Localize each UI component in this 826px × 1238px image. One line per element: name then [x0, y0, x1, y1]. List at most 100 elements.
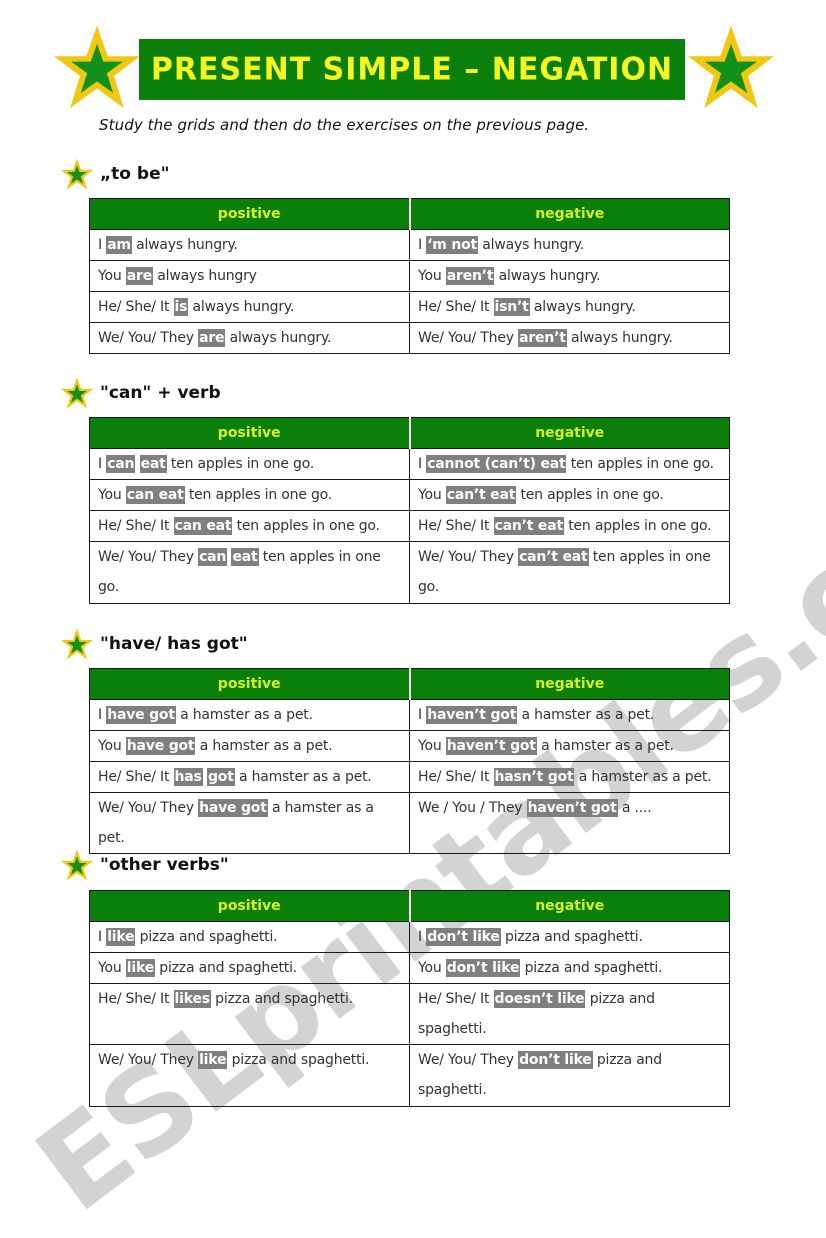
sentence-subject: You — [418, 738, 446, 754]
table-row: He/ She/ It likes pizza and spaghetti. He… — [89, 983, 730, 1045]
sentence-subject: I — [98, 929, 107, 945]
positive-cell: He/ She/ It likes pizza and spaghetti. — [89, 983, 410, 1045]
page-title: PRESENT SIMPLE – NEGATION — [150, 51, 674, 88]
highlighted-verb: can’t eat — [518, 548, 589, 566]
section-heading: „to be" — [60, 157, 169, 191]
highlighted-verb: don’t like — [445, 959, 521, 977]
highlighted-verb: have got — [125, 737, 196, 755]
section-title: "other verbs" — [100, 855, 229, 875]
sentence-subject: He/ She/ It — [418, 299, 494, 315]
highlighted-verb: likes — [173, 990, 211, 1008]
column-header-positive: positive — [89, 890, 410, 922]
highlighted-verb: can eat — [173, 517, 233, 535]
sentence-subject: We/ You/ They — [98, 1052, 199, 1068]
sentence-rest: pizza and spaghetti. — [155, 960, 298, 976]
star-bullet-icon — [60, 158, 94, 190]
table-row: I can eat ten apples in one go. I cannot … — [89, 448, 730, 480]
positive-cell: We/ You/ They can eat ten apples in one … — [89, 541, 410, 604]
negative-cell: You can’t eat ten apples in one go. — [409, 479, 730, 511]
sentence-subject: He/ She/ It — [418, 769, 494, 785]
highlighted-verb: hasn’t got — [493, 768, 575, 786]
table-row: I am always hungry. I ‘m not always hungr… — [89, 229, 730, 261]
highlighted-verb: aren’t — [518, 329, 567, 347]
highlighted-verb: is — [173, 298, 189, 316]
highlighted-verb: don’t like — [518, 1051, 593, 1069]
positive-cell: You like pizza and spaghetti. — [89, 952, 410, 984]
sentence-rest: ten apples in one go. — [184, 487, 333, 503]
sentence-subject: We/ You/ They — [418, 549, 519, 565]
sentence-subject: He/ She/ It — [98, 299, 174, 315]
sentence-subject: He/ She/ It — [98, 518, 174, 534]
highlighted-verb: are — [198, 329, 226, 347]
sentence-rest: ten apples in one go. — [516, 487, 664, 503]
sentence-rest: a hamster as a pet. — [574, 769, 712, 785]
positive-cell: You can eat ten apples in one go. — [89, 479, 410, 511]
sentence-subject: We/ You/ They — [418, 330, 519, 346]
negative-cell: He/ She/ It isn’t always hungry. — [409, 291, 730, 323]
table-row: We/ You/ They are always hungry. We/ You/… — [89, 322, 730, 354]
highlighted-verb: can eat — [125, 486, 185, 504]
table-row: We/ You/ They have got a hamster as a pe… — [89, 792, 730, 854]
table-header-row: positive negative — [89, 668, 730, 700]
sentence-rest: a hamster as a pet. — [175, 707, 313, 723]
table-row: You like pizza and spaghetti. You don’t l… — [89, 952, 730, 984]
sentence-subject: You — [98, 738, 126, 754]
highlighted-verb: can’t eat — [493, 517, 564, 535]
section-heading: "can" + verb — [60, 376, 221, 410]
highlighted-verb: like — [125, 959, 156, 977]
sentence-subject: We/ You/ They — [98, 549, 199, 565]
sentence-subject: I — [418, 456, 427, 472]
grammar-table: positive negative I am always hungry. I ‘m … — [89, 198, 730, 354]
sentence-rest: pizza and spaghetti. — [500, 929, 643, 945]
table-row: You are always hungry You aren’t always h… — [89, 260, 730, 292]
sentence-subject: He/ She/ It — [98, 991, 174, 1007]
sentence-rest: always hungry. — [494, 268, 601, 284]
sentence-subject: I — [98, 707, 107, 723]
sentence-rest: always hungry. — [529, 299, 636, 315]
section-heading: "other verbs" — [60, 848, 229, 882]
highlighted-verb: aren’t — [445, 267, 495, 285]
section-heading: "have/ has got" — [60, 627, 248, 661]
sentence-subject: You — [98, 268, 126, 284]
highlighted-verb: like — [198, 1051, 228, 1069]
negative-cell: I ‘m not always hungry. — [409, 229, 730, 261]
highlighted-verb: haven’t got — [445, 737, 537, 755]
highlighted-verb: haven’t got — [426, 706, 518, 724]
sentence-rest: always hungry. — [566, 330, 673, 346]
positive-cell: He/ She/ It is always hungry. — [89, 291, 410, 323]
title-banner: PRESENT SIMPLE – NEGATION — [139, 39, 685, 100]
sentence-subject: He/ She/ It — [98, 769, 174, 785]
highlighted-verb: haven’t got — [526, 799, 618, 817]
sentence-subject: I — [418, 707, 427, 723]
negative-cell: We / You / They haven’t got a .... — [409, 792, 730, 854]
table-row: I have got a hamster as a pet. I haven’t … — [89, 699, 730, 731]
sentence-rest: pizza and spaghetti. — [210, 991, 353, 1007]
column-header-positive: positive — [89, 417, 410, 449]
highlighted-verb: don’t like — [426, 928, 501, 946]
column-header-positive: positive — [89, 668, 410, 700]
table-row: He/ She/ It has got a hamster as a pet. H… — [89, 761, 730, 793]
sentence-rest: always hungry. — [225, 330, 332, 346]
sentence-rest: always hungry. — [131, 237, 238, 253]
star-bullet-icon — [60, 377, 94, 409]
table-row: You have got a hamster as a pet. You have… — [89, 730, 730, 762]
table-header-row: positive negative — [89, 198, 730, 230]
sentence-rest: always hungry — [153, 268, 257, 284]
negative-cell: We/ You/ They can’t eat ten apples in on… — [409, 541, 730, 604]
star-bullet-icon — [60, 849, 94, 881]
sentence-subject: He/ She/ It — [418, 518, 494, 534]
star-bullet-icon — [60, 628, 94, 660]
sentence-subject: He/ She/ It — [418, 991, 494, 1007]
column-header-negative: negative — [408, 668, 730, 700]
table-header-row: positive negative — [89, 890, 730, 922]
sentence-rest: a hamster as a pet. — [234, 769, 372, 785]
grammar-table: positive negative I can eat ten apples in … — [89, 417, 730, 604]
positive-cell: We/ You/ They have got a hamster as a pe… — [89, 792, 410, 854]
positive-cell: He/ She/ It has got a hamster as a pet. — [89, 761, 410, 793]
sentence-rest: pizza and spaghetti. — [227, 1052, 370, 1068]
highlighted-verb: like — [106, 928, 136, 946]
highlighted-verb: eat — [139, 455, 167, 473]
negative-cell: We/ You/ They aren’t always hungry. — [409, 322, 730, 354]
highlighted-verb: isn’t — [493, 298, 530, 316]
highlighted-verb: am — [106, 236, 132, 254]
